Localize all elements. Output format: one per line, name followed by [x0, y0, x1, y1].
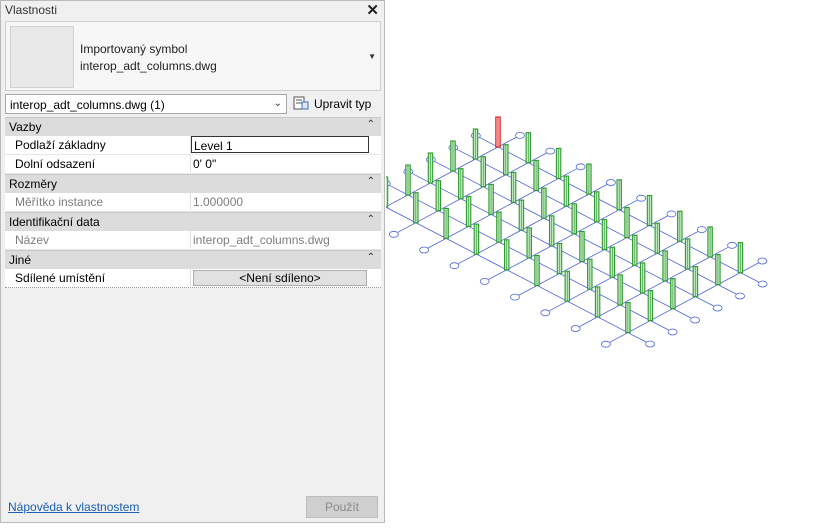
- group-header-dimensions[interactable]: Rozměry ⌃: [5, 174, 381, 193]
- base-level-input[interactable]: Level 1: [191, 136, 369, 153]
- properties-panel: Vlastnosti ✕ Importovaný symbol interop_…: [0, 0, 385, 523]
- group-label: Vazby: [9, 120, 42, 134]
- type-family-label: Importovaný symbol: [80, 42, 188, 56]
- property-row: Měřítko instance 1.000000: [5, 193, 381, 212]
- collapse-icon[interactable]: ⌃: [367, 119, 375, 130]
- grid-bubble: [727, 241, 738, 249]
- property-row[interactable]: Dolní odsazení 0' 0": [5, 155, 381, 174]
- column: [382, 176, 389, 208]
- grid-bubble: [570, 325, 581, 332]
- property-value: 1.000000: [193, 195, 244, 209]
- group-label: Identifikační data: [9, 215, 100, 229]
- property-value: 0' 0": [193, 157, 217, 171]
- chevron-down-icon[interactable]: ⌄: [274, 98, 282, 109]
- grid-line: [609, 262, 759, 343]
- collapse-icon[interactable]: ⌃: [367, 176, 375, 187]
- grid-bubble: [667, 328, 678, 336]
- property-value: Level 1: [194, 139, 233, 153]
- grid-bubble: [600, 340, 611, 348]
- grid-bubble: [540, 309, 551, 317]
- 3d-viewport[interactable]: [358, 0, 821, 525]
- grid-bubble: [510, 293, 520, 301]
- property-row[interactable]: Podlaží základny Level 1: [5, 136, 381, 155]
- base-level-field[interactable]: Level 1: [190, 136, 369, 153]
- grid-bubble: [636, 194, 647, 202]
- grid-bubble: [696, 226, 707, 234]
- grid-bubble: [645, 340, 655, 348]
- apply-button[interactable]: Použít: [306, 496, 378, 518]
- base-offset-field[interactable]: 0' 0": [190, 155, 369, 172]
- grid-bubble: [449, 262, 460, 270]
- grid-bubble: [690, 316, 700, 324]
- property-row: Název interop_adt_columns.dwg: [5, 231, 381, 250]
- instance-filter-select[interactable]: interop_adt_columns.dwg (1) ⌄: [5, 94, 287, 114]
- column-grid-drawing[interactable]: [358, 0, 821, 525]
- group-label: Jiné: [9, 253, 32, 267]
- grid-bubble: [605, 179, 616, 186]
- grid-line: [579, 246, 729, 327]
- property-label: Měřítko instance: [15, 195, 104, 209]
- grid-bubble: [479, 277, 490, 285]
- grid-bubble: [515, 131, 525, 139]
- grid-bubble: [666, 210, 677, 218]
- name-field: interop_adt_columns.dwg: [190, 231, 369, 248]
- edit-type-label: Upravit typ: [314, 97, 372, 111]
- property-label: Podlaží základny: [15, 138, 106, 152]
- group-label: Rozměry: [9, 177, 58, 191]
- property-label: Dolní odsazení: [15, 157, 96, 171]
- type-preview-image: [10, 26, 74, 88]
- instance-filter-value: interop_adt_columns.dwg (1): [10, 98, 165, 112]
- group-header-other[interactable]: Jiné ⌃: [5, 250, 381, 269]
- grid-bubble: [735, 292, 745, 300]
- grid-bubble: [757, 257, 768, 265]
- grid-bubble: [388, 230, 399, 238]
- group-header-identity-data[interactable]: Identifikační data ⌃: [5, 212, 381, 231]
- dropdown-arrow-icon[interactable]: ▼: [368, 52, 376, 61]
- property-row[interactable]: Sdílené umístění <Není sdíleno>: [5, 269, 381, 288]
- grid-bubble: [575, 163, 586, 171]
- shared-site-button[interactable]: <Není sdíleno>: [193, 270, 367, 286]
- shared-site-field[interactable]: <Není sdíleno>: [190, 269, 369, 286]
- properties-grid: Vazby ⌃ Podlaží základny Level 1 Dolní o…: [5, 117, 381, 288]
- property-label: Název: [15, 233, 50, 247]
- property-value: interop_adt_columns.dwg: [193, 233, 330, 247]
- collapse-icon[interactable]: ⌃: [367, 252, 375, 263]
- type-selector[interactable]: Importovaný symbol interop_adt_columns.d…: [5, 21, 381, 91]
- property-label: Sdílené umístění: [15, 271, 106, 285]
- properties-help-link[interactable]: Nápověda k vlastnostem: [8, 500, 139, 514]
- grid-bubble: [712, 304, 723, 312]
- panel-title: Vlastnosti: [5, 3, 58, 17]
- collapse-icon[interactable]: ⌃: [367, 214, 375, 225]
- grid-bubble: [757, 280, 768, 288]
- group-header-constraints[interactable]: Vazby ⌃: [5, 117, 381, 136]
- panel-titlebar: Vlastnosti ✕: [1, 1, 384, 19]
- type-name-label: interop_adt_columns.dwg: [80, 59, 217, 73]
- close-icon[interactable]: ✕: [366, 1, 379, 19]
- grid-bubble: [419, 246, 429, 254]
- grid-bubble: [545, 147, 556, 155]
- instance-scale-field: 1.000000: [190, 193, 369, 210]
- edit-type-icon: [293, 96, 309, 110]
